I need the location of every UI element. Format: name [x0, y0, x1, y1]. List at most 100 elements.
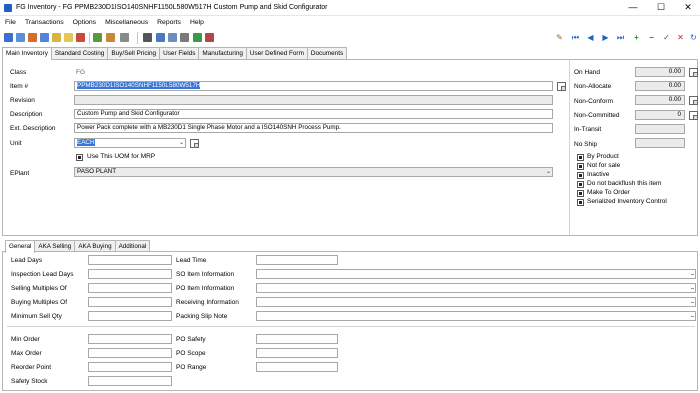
label-icon[interactable] [93, 33, 102, 42]
copy-icon[interactable] [16, 33, 25, 42]
max-order-label: Max Order [11, 350, 42, 357]
close-form-icon[interactable] [205, 33, 214, 42]
max-order-field[interactable] [88, 348, 172, 358]
no-backflush-checkbox[interactable] [577, 181, 584, 188]
packing-slip-note-field[interactable]: ... [256, 311, 696, 321]
on-hand-note-icon[interactable] [689, 68, 698, 77]
lead-time-field[interactable] [256, 255, 338, 265]
not-for-sale-checkbox[interactable] [577, 163, 584, 170]
unit-note-icon[interactable] [190, 139, 199, 148]
table-icon[interactable] [168, 33, 177, 42]
po-scope-field[interactable] [256, 348, 338, 358]
maximize-button[interactable]: ☐ [650, 1, 672, 14]
reorder-point-field[interactable] [88, 362, 172, 372]
grid-icon[interactable] [156, 33, 165, 42]
folder-icon[interactable] [52, 33, 61, 42]
prior-record-icon[interactable]: ◀ [585, 32, 596, 43]
receiving-info-field[interactable]: ... [256, 297, 696, 307]
close-button[interactable]: ✕ [677, 1, 699, 14]
tab-main-inventory[interactable]: Main Inventory [2, 47, 52, 60]
safety-stock-label: Safety Stock [11, 378, 48, 385]
menu-reports[interactable]: Reports [157, 19, 181, 26]
find-icon[interactable] [4, 33, 13, 42]
tab-user-fields[interactable]: User Fields [159, 47, 200, 59]
menu-bar: File Transactions Options Miscellaneous … [0, 16, 700, 28]
menu-transactions[interactable]: Transactions [25, 19, 64, 26]
minimum-sell-qty-field[interactable] [88, 311, 172, 321]
unit-select[interactable]: EACH ⌄ [74, 138, 186, 148]
post-edit-icon[interactable]: ✓ [661, 32, 672, 43]
refresh-icon[interactable] [28, 33, 37, 42]
tab-buy-sell-pricing[interactable]: Buy/Sell Pricing [107, 47, 161, 59]
so-item-info-ellipsis-button[interactable]: ... [690, 270, 694, 278]
excel-icon[interactable] [193, 33, 202, 42]
selling-multiples-field[interactable] [88, 283, 172, 293]
tab-general[interactable]: General [5, 240, 36, 253]
safety-stock-field[interactable] [88, 376, 172, 386]
po-item-info-ellipsis-button[interactable]: ... [690, 284, 694, 292]
eplant-label: EPlant [10, 170, 30, 177]
buying-multiples-field[interactable] [88, 297, 172, 307]
tab-standard-costing[interactable]: Standard Costing [50, 47, 109, 59]
po-range-field[interactable] [256, 362, 338, 372]
so-item-info-field[interactable]: ... [256, 269, 696, 279]
unit-value: EACH [77, 139, 95, 146]
inspection-lead-days-field[interactable] [88, 269, 172, 279]
reorder-point-label: Reorder Point [11, 364, 52, 371]
by-product-checkbox[interactable] [577, 154, 584, 161]
inactive-checkbox[interactable] [577, 172, 584, 179]
non-conform-note-icon[interactable] [689, 96, 698, 105]
list-icon[interactable] [180, 33, 189, 42]
receiving-info-label: Receiving Information [176, 299, 239, 306]
attachment-icon[interactable]: ✎ [554, 32, 565, 43]
minimize-button[interactable]: — [622, 1, 644, 14]
make-to-order-checkbox[interactable] [577, 190, 584, 197]
min-order-field[interactable] [88, 334, 172, 344]
chart-icon[interactable] [120, 33, 129, 42]
print-icon[interactable] [106, 33, 115, 42]
eplant-field[interactable]: PASO PLANT ⌄ [74, 167, 553, 177]
chevron-down-icon[interactable]: ⌄ [546, 168, 551, 176]
non-conform-value: 0.00 [635, 95, 685, 105]
non-committed-note-icon[interactable] [689, 111, 698, 120]
revision-field[interactable] [74, 95, 553, 105]
last-record-icon[interactable]: ⏭ [615, 32, 626, 43]
ext-description-field[interactable]: Power Pack complete with a MB230D1 Singl… [74, 123, 553, 133]
receiving-info-ellipsis-button[interactable]: ... [690, 298, 694, 306]
lead-days-field[interactable] [88, 255, 172, 265]
cancel-edit-icon[interactable]: ✕ [675, 32, 686, 43]
section-divider [7, 326, 695, 327]
po-safety-field[interactable] [256, 334, 338, 344]
save-icon[interactable] [40, 33, 49, 42]
insert-record-icon[interactable]: + [631, 32, 642, 43]
use-uom-mrp-checkbox[interactable] [76, 154, 83, 161]
not-for-sale-label: Not for sale [587, 162, 621, 169]
on-hand-label: On Hand [574, 69, 601, 76]
in-transit-value [635, 124, 685, 134]
po-item-info-field[interactable]: ... [256, 283, 696, 293]
box-icon[interactable] [64, 33, 73, 42]
menu-help[interactable]: Help [190, 19, 204, 26]
item-number-field[interactable]: PPMB230D1ISO140SNHF1150L580W517H [74, 81, 553, 91]
tab-documents[interactable]: Documents [306, 47, 348, 59]
non-committed-label: Non-Committed [574, 112, 620, 119]
tab-manufacturing[interactable]: Manufacturing [198, 47, 247, 59]
report-icon[interactable] [76, 33, 85, 42]
next-record-icon[interactable]: ▶ [600, 32, 611, 43]
non-conform-label: Non-Conform [574, 98, 614, 105]
refresh-data-icon[interactable]: ↻ [688, 32, 699, 43]
item-note-icon[interactable] [557, 82, 566, 91]
serialized-inventory-label: Serialized Inventory Control [587, 198, 667, 205]
delete-record-icon[interactable]: − [646, 32, 657, 43]
menu-file[interactable]: File [5, 19, 16, 26]
first-record-icon[interactable]: ⏮ [570, 32, 581, 43]
serialized-inventory-checkbox[interactable] [577, 199, 584, 206]
window-title: FG Inventory - FG PPMB230D1ISO140SNHF115… [16, 4, 328, 11]
chevron-down-icon[interactable]: ⌄ [179, 139, 184, 147]
tools-icon[interactable] [143, 33, 152, 42]
menu-miscellaneous[interactable]: Miscellaneous [105, 19, 148, 26]
tab-user-defined-form[interactable]: User Defined Form [245, 47, 308, 59]
packing-slip-note-ellipsis-button[interactable]: ... [690, 312, 694, 320]
menu-options[interactable]: Options [73, 19, 96, 26]
description-field[interactable]: Custom Pump and Skid Configurator [74, 109, 553, 119]
